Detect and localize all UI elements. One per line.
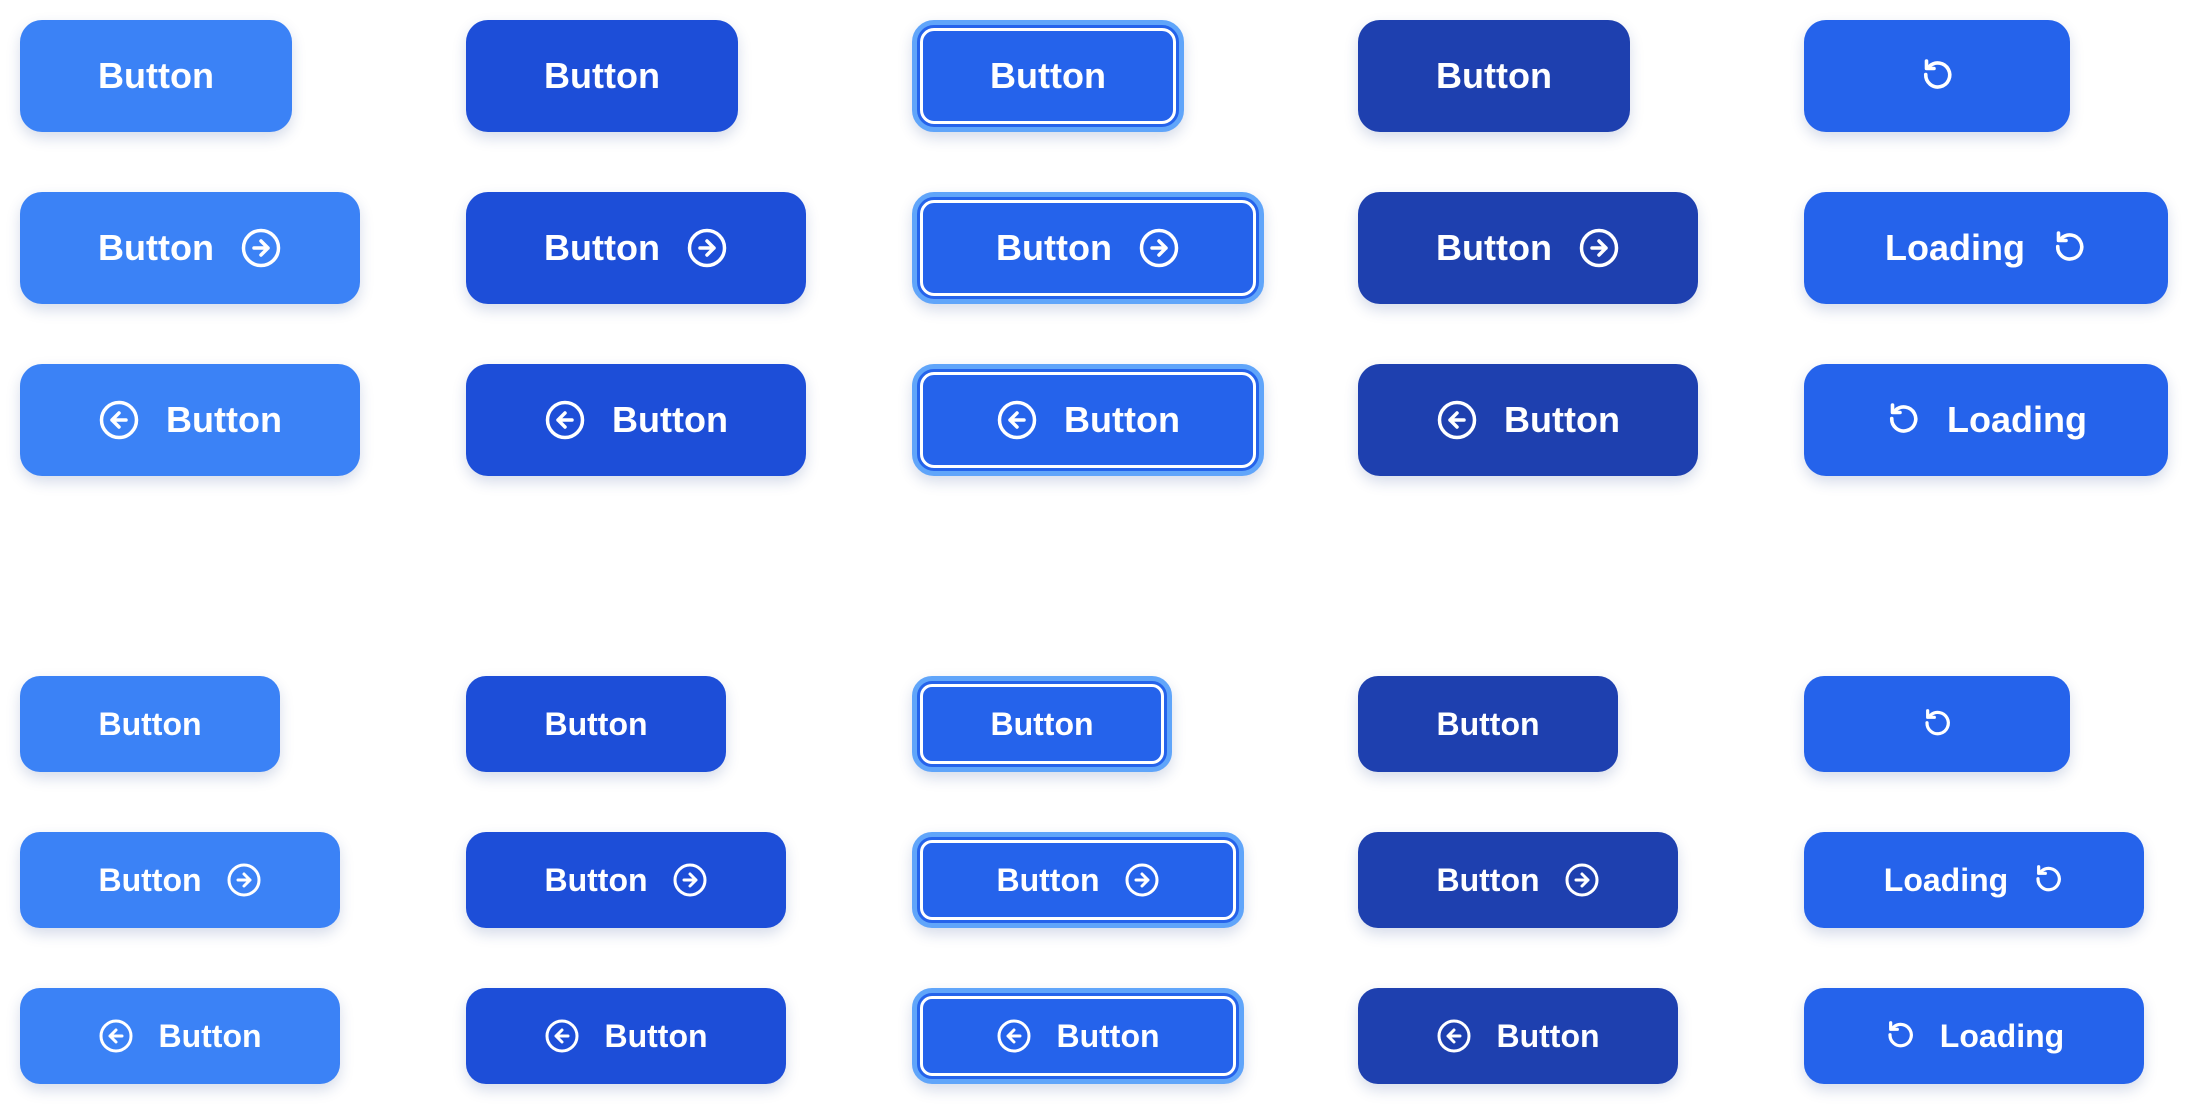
small-hover-button[interactable]: Button — [466, 676, 726, 772]
small-default-button-icon-left[interactable]: Button — [20, 988, 340, 1084]
button-label: Button — [604, 1017, 708, 1054]
button-label: Button — [544, 705, 648, 742]
refresh-icon — [1919, 58, 1955, 94]
arrow-left-circle-icon — [98, 399, 140, 441]
arrow-left-circle-icon — [996, 399, 1038, 441]
arrow-right-circle-icon — [1564, 862, 1600, 898]
small-loading-button-icon-left[interactable]: Loading — [1804, 988, 2144, 1084]
button-label: Button — [1496, 1017, 1600, 1054]
button-label: Button — [996, 861, 1100, 898]
large-loading-button-icon-right[interactable]: Loading — [1804, 192, 2168, 304]
large-pressed-button-icon-left[interactable]: Button — [1358, 364, 1698, 476]
small-loading-button-icon-right[interactable]: Loading — [1804, 832, 2144, 928]
large-hover-button-icon-right[interactable]: Button — [466, 192, 806, 304]
small-pressed-button-icon-left[interactable]: Button — [1358, 988, 1678, 1084]
refresh-icon — [2032, 864, 2064, 896]
small-default-button-icon-right[interactable]: Button — [20, 832, 340, 928]
small-pressed-button-icon-right[interactable]: Button — [1358, 832, 1678, 928]
arrow-left-circle-icon — [544, 1018, 580, 1054]
large-focus-button-icon-left[interactable]: Button — [912, 364, 1264, 476]
arrow-right-circle-icon — [1124, 862, 1160, 898]
button-label: Button — [990, 705, 1094, 742]
button-label: Button — [1056, 1017, 1160, 1054]
large-default-button-icon-right[interactable]: Button — [20, 192, 360, 304]
large-pressed-button[interactable]: Button — [1358, 20, 1630, 132]
button-label: Button — [990, 55, 1106, 96]
button-label: Button — [1436, 55, 1552, 96]
large-hover-button[interactable]: Button — [466, 20, 738, 132]
loading-label: Loading — [1883, 861, 2009, 898]
button-label: Button — [996, 227, 1112, 268]
button-label: Button — [1436, 861, 1540, 898]
arrow-left-circle-icon — [544, 399, 586, 441]
arrow-right-circle-icon — [240, 227, 282, 269]
large-default-button[interactable]: Button — [20, 20, 292, 132]
loading-label: Loading — [1947, 399, 2087, 440]
arrow-left-circle-icon — [1436, 399, 1478, 441]
arrow-right-circle-icon — [226, 862, 262, 898]
arrow-left-circle-icon — [996, 1018, 1032, 1054]
button-label: Button — [544, 227, 660, 268]
large-focus-button-icon-right[interactable]: Button — [912, 192, 1264, 304]
refresh-icon — [1884, 1020, 1916, 1052]
small-focus-button-icon-left[interactable]: Button — [912, 988, 1244, 1084]
large-loading-icon-button[interactable] — [1804, 20, 2070, 132]
large-hover-button-icon-left[interactable]: Button — [466, 364, 806, 476]
button-label: Button — [98, 227, 214, 268]
loading-label: Loading — [1885, 227, 2025, 268]
button-label: Button — [1436, 705, 1540, 742]
button-label: Button — [544, 861, 648, 898]
large-loading-button-icon-left[interactable]: Loading — [1804, 364, 2168, 476]
small-hover-button-icon-right[interactable]: Button — [466, 832, 786, 928]
button-label: Button — [158, 1017, 262, 1054]
button-label: Button — [1064, 399, 1180, 440]
button-label: Button — [612, 399, 728, 440]
loading-label: Loading — [1939, 1017, 2065, 1054]
small-hover-button-icon-left[interactable]: Button — [466, 988, 786, 1084]
refresh-icon — [1885, 402, 1921, 438]
arrow-right-circle-icon — [1138, 227, 1180, 269]
button-label: Button — [98, 861, 202, 898]
large-focus-button[interactable]: Button — [912, 20, 1184, 132]
large-default-button-icon-left[interactable]: Button — [20, 364, 360, 476]
arrow-left-circle-icon — [98, 1018, 134, 1054]
arrow-right-circle-icon — [1578, 227, 1620, 269]
button-label: Button — [98, 705, 202, 742]
button-label: Button — [544, 55, 660, 96]
large-pressed-button-icon-right[interactable]: Button — [1358, 192, 1698, 304]
small-default-button[interactable]: Button — [20, 676, 280, 772]
arrow-left-circle-icon — [1436, 1018, 1472, 1054]
refresh-icon — [2051, 230, 2087, 266]
small-loading-icon-button[interactable] — [1804, 676, 2070, 772]
button-label: Button — [166, 399, 282, 440]
button-label: Button — [1436, 227, 1552, 268]
button-label: Button — [98, 55, 214, 96]
small-focus-button-icon-right[interactable]: Button — [912, 832, 1244, 928]
button-label: Button — [1504, 399, 1620, 440]
small-pressed-button[interactable]: Button — [1358, 676, 1618, 772]
arrow-right-circle-icon — [686, 227, 728, 269]
small-focus-button[interactable]: Button — [912, 676, 1172, 772]
refresh-icon — [1921, 708, 1953, 740]
arrow-right-circle-icon — [672, 862, 708, 898]
